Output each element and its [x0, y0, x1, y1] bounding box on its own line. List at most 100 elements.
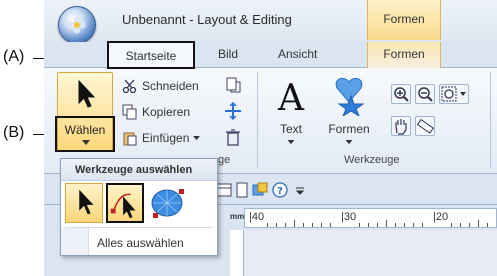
customize-toolbar-icon[interactable]	[296, 187, 304, 195]
tab-bild-label: Bild	[218, 47, 239, 61]
tools-group-label: Werkzeuge	[344, 154, 400, 166]
horizontal-ruler: |40 |30 |20	[244, 208, 497, 228]
select-arrow-icon	[78, 79, 96, 108]
contextual-tab-group-label: Formen	[383, 12, 425, 26]
tab-ansicht-label: Ansicht	[278, 47, 318, 61]
dropdown-separator	[65, 227, 213, 228]
ruler-tick	[303, 223, 304, 227]
lasso-icon	[151, 189, 184, 218]
text-icon: A	[277, 78, 305, 116]
paste-icon	[123, 132, 137, 146]
select-point-tool[interactable]	[106, 183, 144, 223]
zoom-out-button[interactable]	[415, 84, 435, 104]
select-all-item[interactable]: Alles auswählen	[97, 236, 184, 250]
ruler-tick	[321, 223, 322, 227]
ruler-label: |20	[433, 211, 449, 223]
ruler-unit: mm	[230, 212, 245, 221]
select-arrow-icon	[79, 189, 94, 215]
ruler-tick	[294, 220, 295, 227]
zoom-out-icon	[418, 87, 433, 102]
copy-format-icon[interactable]	[224, 76, 242, 94]
ruler-tick	[330, 223, 331, 227]
callout-b-highlight	[55, 116, 115, 152]
tab-formen-label: Formen	[383, 47, 425, 61]
shapes-icon	[335, 77, 365, 116]
ruler-tick	[469, 223, 470, 227]
zoom-fit-icon	[441, 86, 466, 102]
ruler-tick	[478, 220, 479, 227]
copy-button[interactable]: Kopieren	[122, 102, 190, 122]
bottom-toolbar	[44, 258, 230, 276]
align-icon[interactable]	[224, 102, 242, 120]
ruler-tick	[267, 223, 268, 227]
shapes-button[interactable]: Formen	[324, 74, 374, 150]
ruler-tick	[395, 223, 396, 227]
hand-icon	[395, 119, 407, 135]
callout-a: (A)	[3, 48, 25, 65]
group-separator	[257, 72, 258, 168]
vertical-ruler	[230, 230, 244, 276]
ruler-tick	[359, 223, 360, 227]
select-tools-dropdown: Werkzeuge auswählen Alles auswählen	[60, 158, 218, 256]
paste-button[interactable]: Einfügen	[122, 128, 201, 148]
chevron-down-icon	[345, 140, 353, 145]
svg-text:A: A	[277, 78, 305, 116]
help-icon[interactable]: ?	[272, 182, 288, 198]
ruler-tick	[451, 223, 452, 227]
ruler-tick	[276, 223, 277, 227]
pan-button[interactable]	[391, 116, 411, 136]
page-icon[interactable]	[234, 182, 250, 198]
dropdown-icon-strip	[61, 227, 89, 255]
ruler-tick	[422, 223, 423, 227]
ruler-tick	[368, 223, 369, 227]
ruler-tick	[285, 223, 286, 227]
scissors-icon	[122, 79, 137, 94]
cut-label: Schneiden	[142, 79, 199, 93]
measure-button[interactable]	[415, 116, 435, 136]
ruler-tick	[386, 220, 387, 227]
measure-icon	[416, 118, 434, 134]
select-lasso-tool[interactable]	[149, 183, 187, 223]
ruler-tick	[312, 223, 313, 227]
select-object-tool[interactable]	[65, 183, 103, 223]
zoom-fit-button[interactable]	[439, 84, 469, 104]
view-icon[interactable]	[216, 182, 232, 198]
design-canvas[interactable]	[244, 230, 497, 276]
chevron-down-icon	[287, 140, 295, 145]
cut-button[interactable]: Schneiden	[122, 76, 199, 96]
layers-icon[interactable]	[252, 182, 268, 198]
tab-formen[interactable]: Formen	[367, 42, 441, 68]
copy-icon	[122, 104, 137, 120]
tab-ansicht[interactable]: Ansicht	[278, 47, 317, 61]
zoom-in-icon	[394, 87, 409, 102]
text-button-label: Text	[279, 122, 302, 136]
dropdown-header: Werkzeuge auswählen	[61, 159, 217, 181]
clipboard-group-label: ge	[218, 154, 231, 166]
zoom-in-button[interactable]	[391, 84, 411, 104]
delete-icon[interactable]	[224, 128, 242, 146]
copy-label: Kopieren	[142, 105, 191, 119]
ruler-tick	[460, 223, 461, 227]
svg-text:?: ?	[277, 186, 283, 197]
app-window: Unbenannt - Layout & Editing Formen Star…	[44, 0, 497, 276]
tab-bild[interactable]: Bild	[218, 47, 238, 61]
app-menu-button[interactable]	[58, 6, 96, 44]
ruler-tick	[377, 223, 378, 227]
title-bar: Unbenannt - Layout & Editing Formen	[44, 0, 497, 44]
chevron-down-icon	[193, 135, 201, 140]
callout-b: (B)	[3, 124, 25, 141]
ruler-label: |40	[249, 211, 265, 223]
shapes-button-label: Formen	[328, 122, 370, 136]
ruler-tick	[413, 223, 414, 227]
ruler-label: |30	[341, 211, 357, 223]
window-title: Unbenannt - Layout & Editing	[122, 12, 292, 27]
callout-a-highlight	[107, 41, 195, 69]
text-button[interactable]: A Text	[266, 74, 316, 150]
app-logo-icon	[68, 16, 86, 34]
ruler-tick	[404, 223, 405, 227]
dropdown-title: Werkzeuge auswählen	[75, 164, 193, 176]
contextual-tab-group-title: Formen	[367, 0, 441, 40]
ruler-tick	[487, 223, 488, 227]
paste-label: Einfügen	[142, 131, 190, 145]
group-separator	[490, 72, 491, 168]
